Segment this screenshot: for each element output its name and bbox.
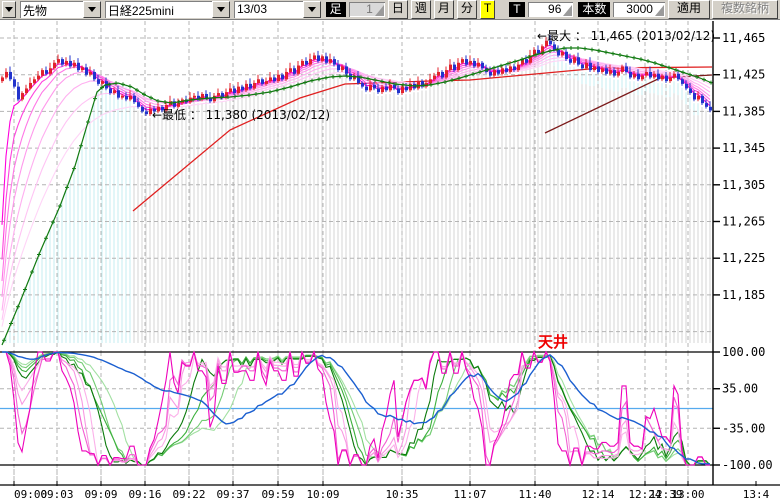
period-week-button[interactable]: 週 — [411, 0, 431, 19]
contract-value: 13/03 — [234, 1, 303, 18]
svg-text:13:00: 13:00 — [671, 488, 704, 501]
svg-text:-100.00: -100.00 — [722, 458, 773, 472]
svg-text:11,385: 11,385 — [722, 104, 765, 118]
symbol-value: 日経225mini — [105, 1, 212, 18]
mini-combo[interactable] — [2, 1, 16, 18]
interval-stepper[interactable]: 1 — [349, 2, 385, 17]
svg-text:11,225: 11,225 — [722, 251, 765, 265]
min-price-annotation: ←最低 ： 11,380 (2013/02/12) — [152, 108, 330, 122]
spinner-grip-icon[interactable] — [655, 5, 664, 16]
svg-text:09:03: 09:03 — [40, 488, 73, 501]
chevron-down-icon[interactable] — [83, 1, 101, 18]
svg-text:11,265: 11,265 — [722, 215, 765, 229]
chevron-down-icon[interactable] — [212, 1, 230, 18]
svg-text:11,465: 11,465 — [722, 31, 765, 45]
t-count-stepper[interactable]: 96 — [528, 2, 574, 17]
max-price-annotation: ←最大 ： 11,465 (2013/02/12) — [537, 29, 715, 43]
period-month-button[interactable]: 月 — [434, 0, 454, 19]
symbol-select[interactable]: 日経225mini — [105, 1, 230, 18]
ceiling-annotation: 天井 — [538, 333, 568, 351]
svg-text:11,425: 11,425 — [722, 68, 765, 82]
svg-text:100.00: 100.00 — [722, 345, 765, 359]
svg-text:-35.00: -35.00 — [722, 421, 765, 435]
svg-text:09:09: 09:09 — [84, 488, 117, 501]
svg-text:11,305: 11,305 — [722, 178, 765, 192]
chevron-down-icon[interactable] — [303, 1, 321, 18]
chevron-down-icon[interactable] — [2, 1, 16, 18]
svg-text:09:16: 09:16 — [128, 488, 161, 501]
svg-text:10:09: 10:09 — [306, 488, 339, 501]
svg-text:09:59: 09:59 — [261, 488, 294, 501]
spinner-grip-icon[interactable] — [563, 5, 572, 16]
category-value: 先物 — [20, 1, 83, 18]
svg-text:10:35: 10:35 — [385, 488, 418, 501]
honsu-label: 本数 — [578, 2, 610, 17]
svg-text:09:37: 09:37 — [216, 488, 249, 501]
apply-button[interactable]: 適用 — [668, 0, 710, 19]
svg-text:12:14: 12:14 — [581, 488, 614, 501]
contract-month-select[interactable]: 13/03 — [234, 1, 321, 18]
svg-text:35.00: 35.00 — [722, 382, 758, 396]
honsu-stepper[interactable]: 3000 — [613, 2, 665, 17]
ashi-label: 足 — [326, 2, 346, 17]
svg-text:11,185: 11,185 — [722, 288, 765, 302]
spinner-grip-icon[interactable] — [375, 5, 384, 16]
oscillator-frame — [0, 352, 713, 485]
svg-text:11,345: 11,345 — [722, 141, 765, 155]
svg-text:13:4: 13:4 — [743, 488, 770, 501]
period-minute-button[interactable]: 分 — [457, 0, 477, 19]
category-select[interactable]: 先物 — [20, 1, 101, 18]
t-label: T — [509, 2, 524, 17]
trading-chart-window: { "toolbar": { "mini_combo_tooltip": "sc… — [0, 0, 780, 501]
tick-button[interactable]: T — [480, 0, 495, 19]
chart-canvas[interactable]: 11,465 11,425 11,385 11,345 11,305 11,265 11,2… — [0, 20, 780, 501]
svg-text:11:07: 11:07 — [453, 488, 486, 501]
period-day-button[interactable]: 日 — [388, 0, 408, 19]
multi-symbol-button[interactable]: 複数銘柄 — [712, 0, 778, 19]
svg-text:11:40: 11:40 — [518, 488, 551, 501]
toolbar: 先物 日経225mini 13/03 足 1 日 週 月 分 T T 96 本数… — [0, 0, 780, 20]
svg-text:09:22: 09:22 — [172, 488, 205, 501]
